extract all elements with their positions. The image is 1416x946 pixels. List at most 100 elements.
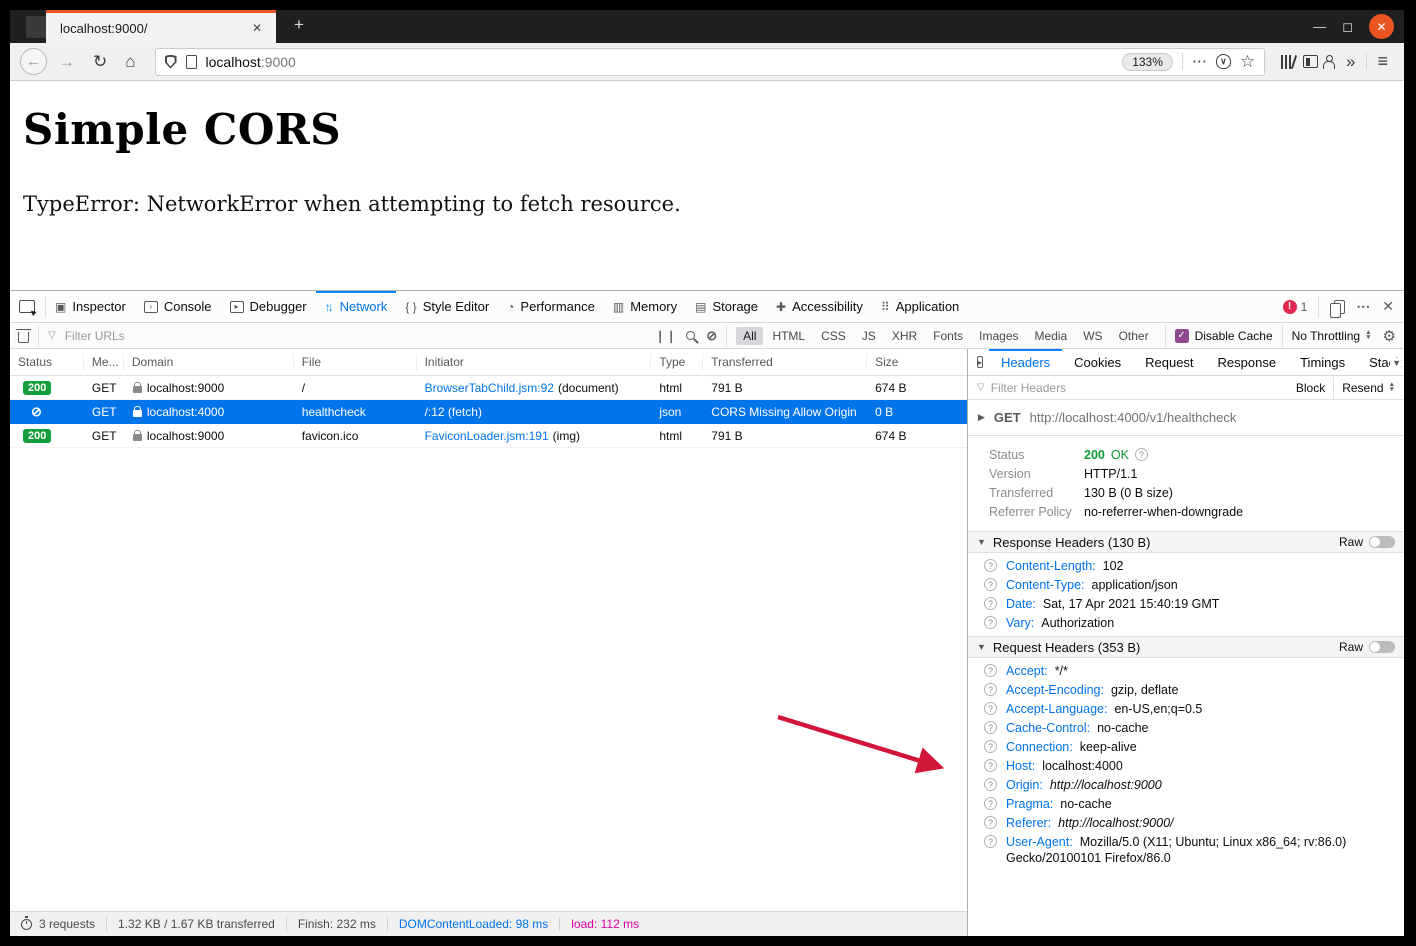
help-icon[interactable]: ? [984, 683, 997, 696]
page-actions-icon[interactable]: ⋯ [1192, 54, 1207, 69]
account-icon[interactable] [1322, 55, 1335, 69]
sidebar-icon[interactable] [1303, 55, 1318, 68]
filter-js[interactable]: JS [855, 327, 883, 345]
help-icon[interactable]: ? [984, 778, 997, 791]
tab-network[interactable]: ↑↓Network [316, 291, 397, 322]
error-count-badge[interactable]: !1 [1283, 300, 1308, 314]
bookmark-star-icon[interactable]: ☆ [1240, 52, 1255, 72]
filter-html[interactable]: HTML [765, 327, 812, 345]
menu-hamburger-icon[interactable]: ≡ [1371, 51, 1394, 72]
overflow-chevron-icon[interactable]: » [1339, 53, 1362, 70]
help-icon[interactable]: ? [984, 559, 997, 572]
tab-cookies[interactable]: Cookies [1062, 349, 1133, 375]
sidebar-toggle-icon[interactable]: ▸ [977, 356, 983, 368]
request-url-row[interactable]: ▶ GET http://localhost:4000/v1/healthche… [968, 400, 1404, 436]
tab-inspector[interactable]: ▣Inspector [46, 291, 135, 322]
initiator-link[interactable]: /:12 (fetch) [425, 405, 482, 419]
block-button[interactable]: Block [1296, 381, 1325, 395]
forward-button[interactable]: → [51, 53, 82, 70]
block-request-icon[interactable]: ⊘ [706, 328, 717, 344]
tab-storage[interactable]: ▤Storage [686, 291, 767, 322]
responsive-design-mode-icon[interactable] [1334, 300, 1345, 314]
filter-headers-input[interactable]: Filter Headers [991, 381, 1066, 395]
collapse-twisty-icon[interactable]: ▼ [977, 537, 986, 547]
col-size[interactable]: Size [867, 354, 967, 371]
expand-twisty-icon[interactable]: ▶ [978, 412, 985, 423]
tab-application[interactable]: ⠿Application [872, 291, 968, 322]
disable-cache-checkbox[interactable]: ✓Disable Cache [1175, 329, 1273, 343]
tab-request[interactable]: Request [1133, 349, 1205, 375]
filter-urls-input[interactable]: Filter URLs [65, 329, 125, 343]
tab-headers[interactable]: Headers [989, 349, 1062, 375]
filter-xhr[interactable]: XHR [885, 327, 924, 345]
network-settings-gear-icon[interactable]: ⚙ [1381, 327, 1396, 345]
library-icon[interactable] [1277, 55, 1299, 69]
devtools-close-icon[interactable]: ✕ [1382, 298, 1394, 315]
clear-requests-icon[interactable] [18, 332, 29, 343]
help-icon[interactable]: ? [1135, 448, 1148, 461]
window-minimize-button[interactable]: — [1313, 19, 1326, 34]
filter-images[interactable]: Images [972, 327, 1025, 345]
response-headers-section[interactable]: ▼ Response Headers (130 B) Raw [968, 531, 1404, 553]
col-file[interactable]: File [294, 354, 417, 371]
tracking-protection-shield-icon[interactable] [165, 55, 177, 69]
tab-debugger[interactable]: ▸Debugger [221, 291, 316, 322]
col-transferred[interactable]: Transferred [703, 354, 867, 371]
window-close-button[interactable]: ✕ [1369, 14, 1394, 39]
tab-accessibility[interactable]: ✚Accessibility [767, 291, 872, 322]
col-status[interactable]: Status [10, 354, 84, 371]
headers-scroll-area[interactable]: Status200OK? VersionHTTP/1.1 Transferred… [968, 436, 1404, 936]
table-row[interactable]: 200 GET localhost:9000 / BrowserTabChild… [10, 376, 967, 400]
filter-ws[interactable]: WS [1076, 327, 1109, 345]
devtools-menu-icon[interactable]: ⋯ [1356, 298, 1371, 315]
help-icon[interactable]: ? [984, 597, 997, 610]
pick-element-button[interactable] [10, 300, 45, 313]
zoom-level-badge[interactable]: 133% [1122, 53, 1173, 71]
raw-toggle[interactable] [1369, 641, 1395, 653]
filter-other[interactable]: Other [1112, 327, 1156, 345]
browser-tab[interactable]: localhost:9000/ ✕ [46, 10, 276, 43]
tab-response[interactable]: Response [1206, 349, 1289, 375]
col-initiator[interactable]: Initiator [417, 354, 652, 371]
filter-css[interactable]: CSS [814, 327, 853, 345]
table-row[interactable]: 200 GET localhost:9000 favicon.ico Favic… [10, 424, 967, 448]
help-icon[interactable]: ? [984, 816, 997, 829]
raw-toggle[interactable] [1369, 536, 1395, 548]
filter-media[interactable]: Media [1028, 327, 1075, 345]
help-icon[interactable]: ? [984, 797, 997, 810]
pause-traffic-icon[interactable]: ❘❘ [655, 329, 677, 343]
help-icon[interactable]: ? [984, 664, 997, 677]
help-icon[interactable]: ? [984, 759, 997, 772]
col-method[interactable]: Me... [84, 354, 124, 371]
reload-button[interactable]: ↻ [86, 53, 114, 70]
url-bar[interactable]: localhost:9000 133% ⋯ ∨ ☆ [155, 48, 1266, 76]
table-row-selected[interactable]: ⊘ GET localhost:4000 healthcheck /:12 (f… [10, 400, 967, 424]
filter-all[interactable]: All [736, 327, 763, 345]
search-icon[interactable] [686, 331, 695, 340]
throttling-dropdown[interactable]: No Throttling▲▼ [1292, 329, 1372, 343]
help-icon[interactable]: ? [984, 740, 997, 753]
tab-style-editor[interactable]: { }Style Editor [396, 291, 498, 322]
back-button[interactable]: ← [20, 48, 47, 75]
initiator-link[interactable]: BrowserTabChild.jsm:92 [425, 381, 554, 395]
help-icon[interactable]: ? [984, 578, 997, 591]
help-icon[interactable]: ? [984, 721, 997, 734]
tab-performance[interactable]: ◔Performance [498, 291, 604, 322]
request-headers-section[interactable]: ▼ Request Headers (353 B) Raw [968, 636, 1404, 658]
filter-fonts[interactable]: Fonts [926, 327, 970, 345]
help-icon[interactable]: ? [984, 616, 997, 629]
tab-close-icon[interactable]: ✕ [248, 19, 266, 37]
page-info-icon[interactable] [186, 55, 197, 69]
collapse-twisty-icon[interactable]: ▼ [977, 642, 986, 652]
window-maximize-button[interactable]: ◻ [1342, 19, 1353, 35]
tab-memory[interactable]: ▥Memory [604, 291, 686, 322]
resend-dropdown[interactable]: Resend▲▼ [1342, 381, 1395, 395]
col-domain[interactable]: Domain [124, 354, 294, 371]
initiator-link[interactable]: FaviconLoader.jsm:191 [425, 429, 549, 443]
tab-timings[interactable]: Timings [1288, 349, 1357, 375]
help-icon[interactable]: ? [984, 702, 997, 715]
home-button[interactable]: ⌂ [118, 53, 142, 70]
new-tab-button[interactable]: + [286, 15, 312, 35]
help-icon[interactable]: ? [984, 835, 997, 848]
tab-console[interactable]: ›Console [135, 291, 221, 322]
